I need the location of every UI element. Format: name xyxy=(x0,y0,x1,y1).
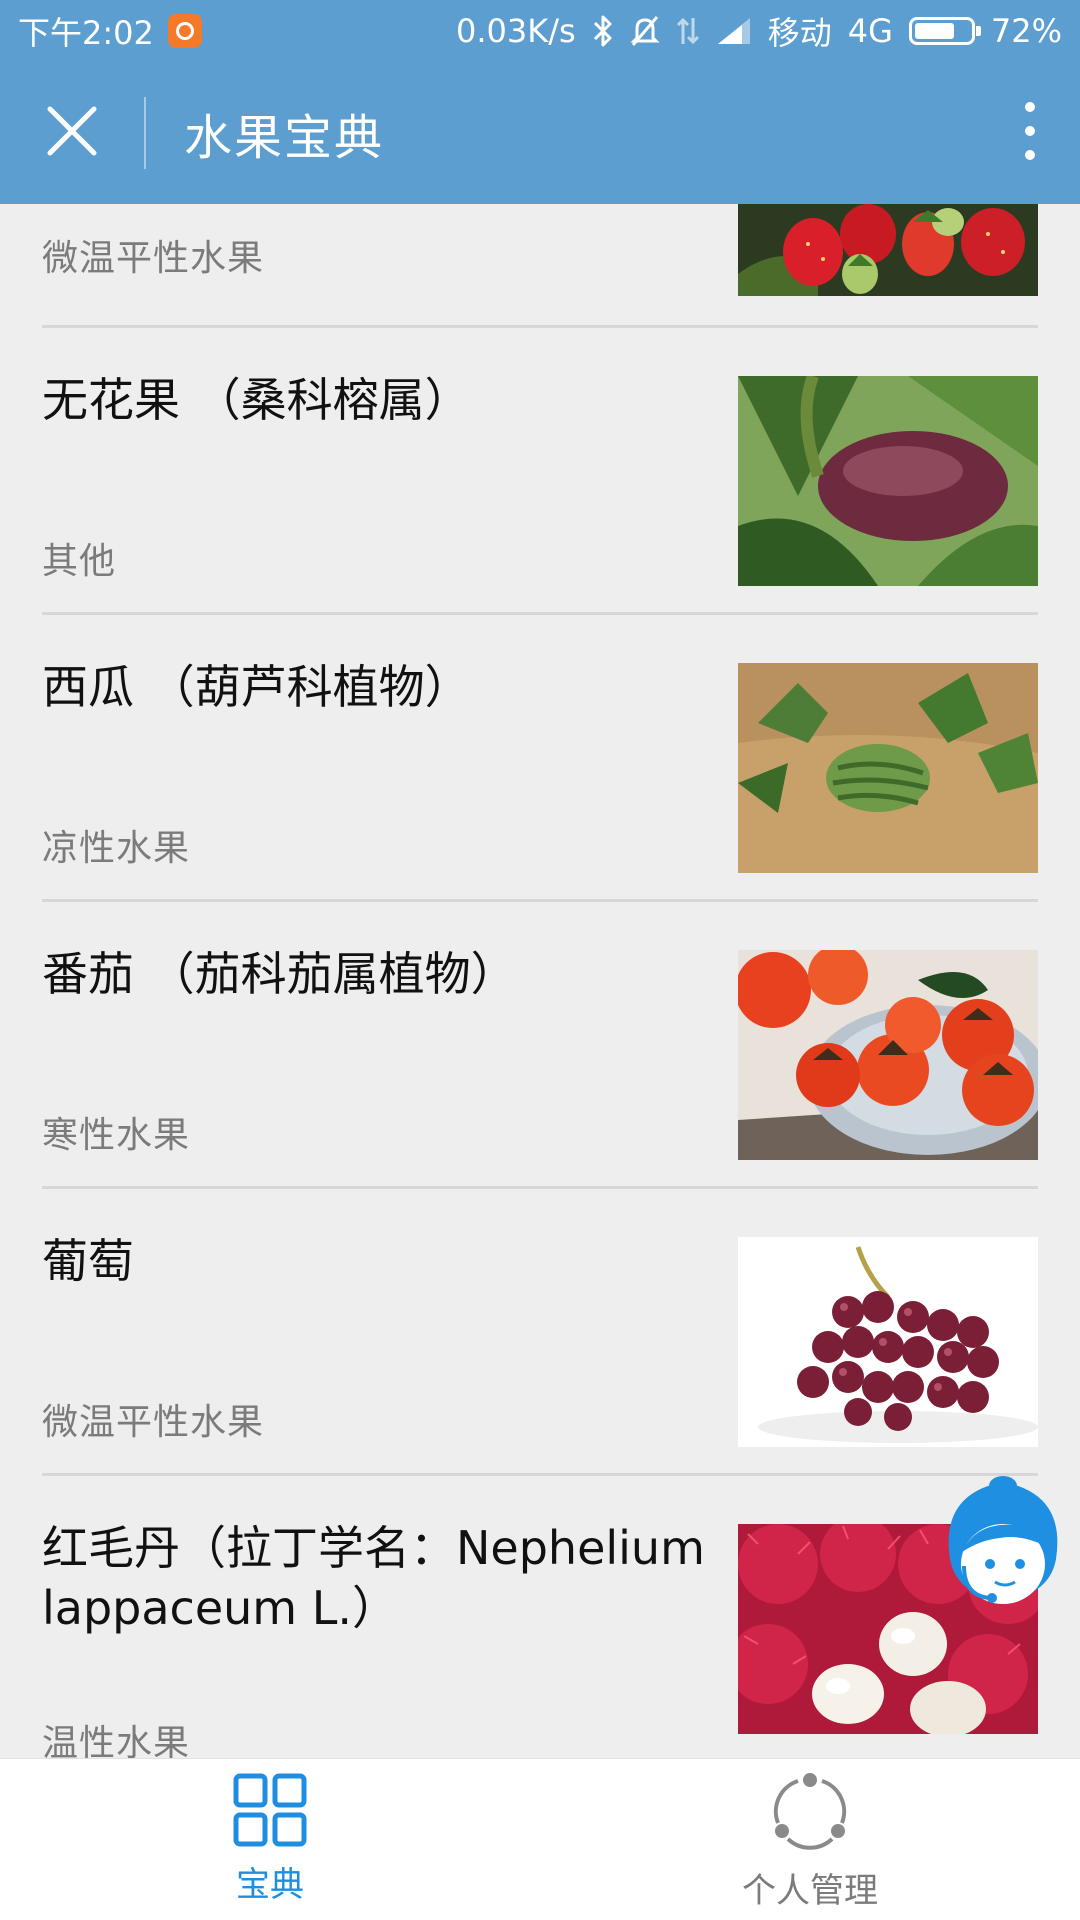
app-header: 水果宝典 xyxy=(0,62,1080,204)
customer-service-button[interactable] xyxy=(940,1474,1066,1614)
fruit-list-item[interactable]: 无花果 （桑科榕属） 其他 xyxy=(42,328,1038,615)
data-arrows-icon xyxy=(676,14,700,48)
fruit-name: 番茄 （茄科茄属植物） xyxy=(42,947,517,1001)
tab-label: 宝典 xyxy=(236,1865,304,1905)
header-divider xyxy=(144,97,146,169)
fruit-image-grapes xyxy=(738,1237,1038,1447)
fruit-image-strawberry xyxy=(738,204,1038,296)
fruit-name: 红毛丹（拉丁学名：Nephelium lappaceum L.） xyxy=(42,1521,705,1635)
fruit-list-container[interactable]: 微温平性水果 无花果 （桑科榕属） 其他 西瓜 （葫芦科植物） 凉性水果 番茄 … xyxy=(0,204,1080,1758)
fruit-image-watermelon xyxy=(738,663,1038,873)
close-button[interactable] xyxy=(0,62,144,204)
grid-icon xyxy=(233,1773,307,1851)
fruit-name: 无花果 （桑科榕属） xyxy=(42,373,471,427)
assistant-avatar-icon xyxy=(940,1476,1066,1618)
close-icon xyxy=(46,105,98,161)
mute-bell-icon xyxy=(630,14,660,48)
fruit-category: 其他 xyxy=(42,541,117,582)
fruit-list-item[interactable]: 红毛丹（拉丁学名：Nephelium lappaceum L.） 温性水果 xyxy=(42,1476,1038,1758)
fruit-list-item[interactable]: 葡萄 微温平性水果 xyxy=(42,1189,1038,1476)
fruit-list: 微温平性水果 无花果 （桑科榕属） 其他 西瓜 （葫芦科植物） 凉性水果 番茄 … xyxy=(0,204,1080,1758)
status-bar: 下午2:02 0.03K/s 移动 4G 72% xyxy=(0,0,1080,62)
fruit-category: 寒性水果 xyxy=(42,1115,191,1156)
fruit-list-item[interactable]: 西瓜 （葫芦科植物） 凉性水果 xyxy=(42,615,1038,902)
fruit-image-fig xyxy=(738,376,1038,586)
tab-personal-management[interactable]: 个人管理 xyxy=(540,1759,1080,1920)
page-title: 水果宝典 xyxy=(184,110,385,166)
bluetooth-icon xyxy=(592,14,614,48)
signal-icon xyxy=(716,16,752,46)
tab-label: 个人管理 xyxy=(742,1871,878,1911)
fruit-category: 微温平性水果 xyxy=(42,1402,265,1443)
tab-baodian[interactable]: 宝典 xyxy=(0,1759,540,1920)
mi-notification-icon xyxy=(167,14,202,48)
battery-percent: 72% xyxy=(990,12,1062,50)
status-time: 下午2:02 xyxy=(18,14,154,52)
fruit-category: 温性水果 xyxy=(42,1723,191,1758)
network-type: 4G xyxy=(847,12,893,50)
fruit-image-persimmon-plate xyxy=(738,950,1038,1160)
carrier-label: 移动 xyxy=(767,14,832,52)
more-vertical-icon xyxy=(1024,101,1036,165)
battery-icon xyxy=(908,17,981,45)
fruit-name: 葡萄 xyxy=(42,1234,134,1288)
fruit-category: 凉性水果 xyxy=(42,828,191,869)
bottom-tab-bar: 宝典 个人管理 xyxy=(0,1758,1080,1920)
more-menu-button[interactable] xyxy=(980,62,1080,204)
fruit-list-item[interactable]: 番茄 （茄科茄属植物） 寒性水果 xyxy=(42,902,1038,1189)
fruit-name: 西瓜 （葫芦科植物） xyxy=(42,660,471,714)
fruit-category: 微温平性水果 xyxy=(42,238,265,279)
fruit-list-item[interactable]: 微温平性水果 xyxy=(42,204,1038,328)
circle-dots-icon xyxy=(770,1773,850,1857)
network-speed: 0.03K/s xyxy=(456,12,576,50)
